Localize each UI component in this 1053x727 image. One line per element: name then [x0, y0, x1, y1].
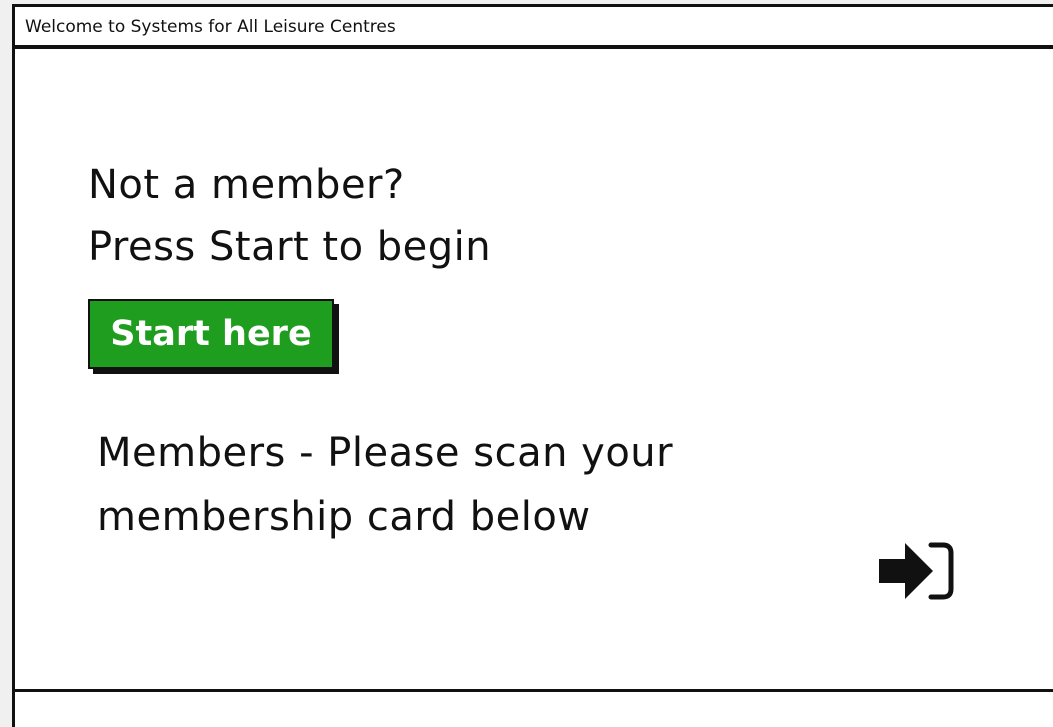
app-window: Welcome to Systems for All Leisure Centr…	[12, 4, 1053, 727]
status-bar	[15, 689, 1053, 727]
sign-in-icon[interactable]	[875, 535, 957, 607]
prompt-line-1: Not a member?	[88, 162, 405, 208]
title-bar: Welcome to Systems for All Leisure Centr…	[15, 7, 1053, 49]
sign-in-icon-graphic	[879, 542, 954, 600]
non-member-prompt: Not a member? Press Start to begin	[88, 154, 491, 278]
start-button[interactable]: Start here	[88, 299, 334, 369]
main-content: Not a member? Press Start to begin Start…	[15, 49, 1053, 690]
window-title: Welcome to Systems for All Leisure Centr…	[25, 17, 396, 37]
members-line-1: Members - Please scan your	[97, 430, 674, 476]
members-line-2: membership card below	[97, 494, 591, 540]
member-instructions: Members - Please scan your membership ca…	[97, 421, 673, 549]
prompt-line-2: Press Start to begin	[88, 224, 492, 270]
